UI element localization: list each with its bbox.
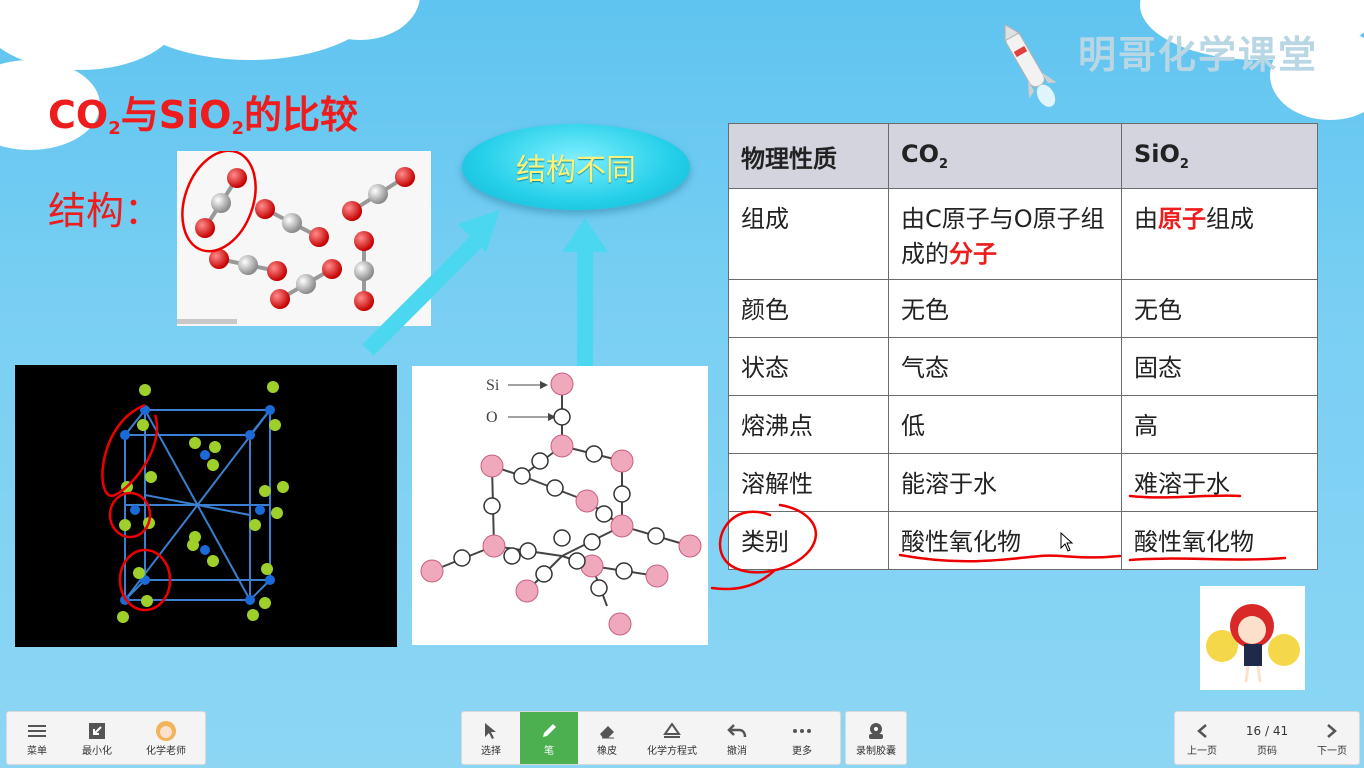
table-header-row: 物理性质 CO2 SiO2 [728, 123, 1318, 189]
co2-crystal-image [15, 365, 397, 647]
undo-button[interactable]: 撤消 [708, 712, 766, 764]
header-co2: CO2 [888, 123, 1122, 189]
undo-icon [727, 720, 747, 742]
page-number-button[interactable]: 16 / 41 页码 [1229, 712, 1305, 764]
sio2-cell: 高 [1121, 395, 1318, 454]
mouse-cursor-icon [1060, 532, 1074, 552]
arrow-to-bubble-up [562, 218, 608, 368]
property-cell: 组成 [728, 188, 889, 280]
toolbar-left: 菜单 最小化 化学老师 [6, 711, 206, 765]
chevron-left-icon [1196, 720, 1208, 742]
property-cell: 熔沸点 [728, 395, 889, 454]
equation-icon [662, 720, 682, 742]
eraser-icon [598, 720, 616, 742]
table-row: 组成 由C原子与O原子组成的分子 由原子组成 [728, 188, 1318, 280]
toolbar-center: 选择 笔 橡皮 化学方程式 撤消 更多 [461, 711, 841, 765]
header-property: 物理性质 [728, 123, 889, 189]
cursor-icon [484, 720, 498, 742]
toolbar-pager: 上一页 16 / 41 页码 下一页 [1174, 711, 1360, 765]
sio2-cell: 难溶于水 [1121, 453, 1318, 512]
rocket-icon [1004, 23, 1057, 107]
sio2-cell: 由原子组成 [1121, 188, 1318, 280]
structure-different-bubble: 结构不同 [462, 124, 690, 210]
pen-icon [540, 720, 558, 742]
teacher-button[interactable]: 化学老师 [127, 712, 205, 764]
property-cell: 类别 [728, 511, 889, 570]
more-button[interactable]: 更多 [766, 712, 838, 764]
co2-cell: 酸性氧化物 [888, 511, 1122, 570]
co2-cell: 能溶于水 [888, 453, 1122, 512]
table-row: 熔沸点 低 高 [728, 395, 1318, 454]
header-sio2: SiO2 [1121, 123, 1318, 189]
co2-cell: 气态 [888, 337, 1122, 396]
si-label: Si [486, 377, 500, 394]
co2-cell: 由C原子与O原子组成的分子 [888, 188, 1122, 280]
next-page-button[interactable]: 下一页 [1305, 712, 1359, 764]
brand-watermark: 明哥化学课堂 [1077, 33, 1318, 77]
teacher-avatar-icon [155, 720, 177, 742]
co2-cell: 无色 [888, 279, 1122, 338]
comparison-table: 物理性质 CO2 SiO2 组成 由C原子与O原子组成的分子 由原子组成 颜色 … [728, 123, 1318, 570]
toolbar-record: 录制胶囊 [845, 711, 907, 765]
pen-tool-button[interactable]: 笔 [520, 712, 578, 764]
o-label: O [486, 409, 498, 426]
sio2-cell: 酸性氧化物 [1121, 511, 1318, 570]
menu-button[interactable]: 菜单 [7, 712, 67, 764]
table-row: 状态 气态 固态 [728, 337, 1318, 396]
chevron-right-icon [1326, 720, 1338, 742]
menu-icon [28, 720, 46, 742]
slide-title: CO2与SiO2的比较 [48, 93, 358, 139]
minimize-icon [88, 720, 106, 742]
co2-cell: 低 [888, 395, 1122, 454]
table-row: 类别 酸性氧化物 酸性氧化物 [728, 511, 1318, 570]
sio2-cell: 无色 [1121, 279, 1318, 338]
sio2-cell: 固态 [1121, 337, 1318, 396]
minimize-button[interactable]: 最小化 [67, 712, 127, 764]
record-capsule-button[interactable]: 录制胶囊 [846, 712, 906, 764]
bubble-text: 结构不同 [516, 153, 636, 188]
equation-tool-button[interactable]: 化学方程式 [636, 712, 708, 764]
select-tool-button[interactable]: 选择 [462, 712, 520, 764]
table-row: 颜色 无色 无色 [728, 279, 1318, 338]
record-icon [866, 720, 886, 742]
property-cell: 颜色 [728, 279, 889, 338]
property-cell: 状态 [728, 337, 889, 396]
structure-label: 结构： [48, 189, 163, 233]
prev-page-button[interactable]: 上一页 [1175, 712, 1229, 764]
table-row: 溶解性 能溶于水 难溶于水 [728, 453, 1318, 512]
page-counter: 16 / 41 [1245, 723, 1289, 738]
property-cell: 溶解性 [728, 453, 889, 512]
sio2-structure-image: Si O [412, 366, 708, 645]
eraser-tool-button[interactable]: 橡皮 [578, 712, 636, 764]
more-icon [792, 720, 812, 742]
mascot-girl-image [1200, 586, 1305, 690]
arrow-to-bubble-left [362, 210, 500, 356]
